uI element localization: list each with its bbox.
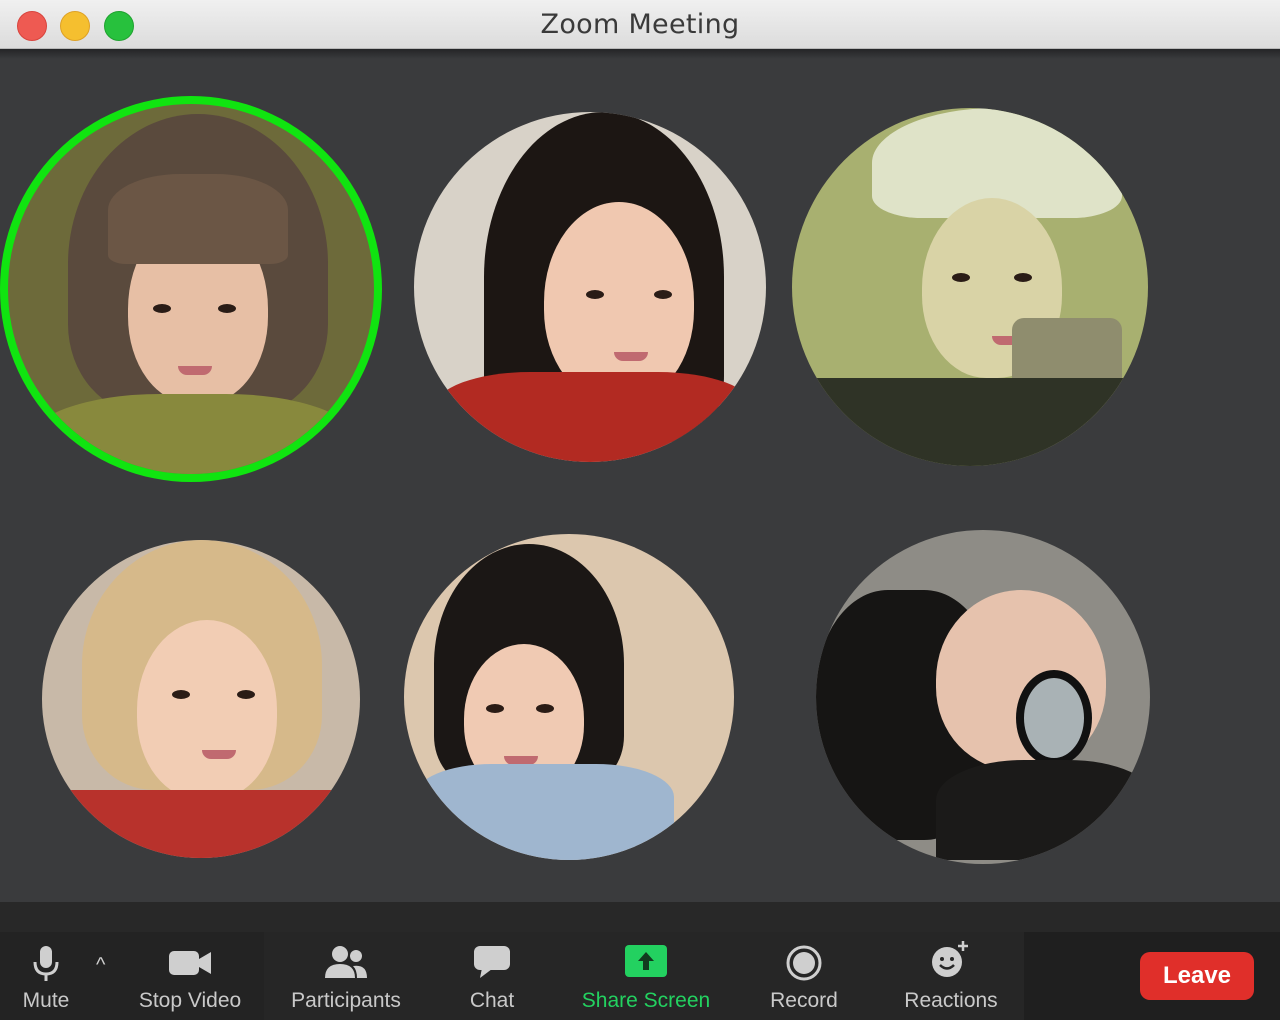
participant-video-tile[interactable] xyxy=(414,112,766,462)
jacket-shape xyxy=(434,372,754,462)
hair-lower-shape xyxy=(936,760,1150,860)
shirt-shape xyxy=(42,790,360,858)
eye-left xyxy=(586,290,604,299)
record-icon xyxy=(785,944,823,987)
bangs-shape xyxy=(108,174,288,264)
stop-video-label: Stop Video xyxy=(138,989,242,1012)
eye-right xyxy=(218,304,236,313)
title-bar-shadow xyxy=(0,49,1280,59)
eye-right xyxy=(1014,273,1032,282)
eye-right xyxy=(536,704,554,713)
shirt-shape xyxy=(28,394,358,474)
eye-right xyxy=(237,690,255,699)
share-screen-label: Share Screen xyxy=(581,989,711,1012)
face-shape xyxy=(137,620,277,800)
eye-left xyxy=(486,704,504,713)
chat-bubble-icon xyxy=(472,944,512,985)
eye-left xyxy=(952,273,970,282)
leave-meeting-button[interactable]: Leave xyxy=(1140,952,1254,1000)
participant-video-tile[interactable] xyxy=(42,540,360,858)
eye-right xyxy=(654,290,672,299)
eye-left xyxy=(172,690,190,699)
audio-options-caret[interactable]: ^ xyxy=(96,954,105,977)
share-screen-icon xyxy=(624,944,668,983)
chat-label: Chat xyxy=(469,989,515,1012)
share-screen-button[interactable]: Share Screen xyxy=(574,932,718,1020)
reactions-smiley-icon xyxy=(929,938,973,985)
stop-video-button[interactable]: Stop Video xyxy=(120,932,260,1020)
mouth xyxy=(178,366,212,375)
reactions-label: Reactions xyxy=(904,989,998,1012)
participants-button[interactable]: Participants xyxy=(276,932,416,1020)
window-title: Zoom Meeting xyxy=(540,9,740,40)
participant-video-tile[interactable] xyxy=(816,530,1150,864)
sweater-shape xyxy=(414,764,674,860)
reactions-button[interactable]: Reactions xyxy=(892,932,1010,1020)
eye-left xyxy=(153,304,171,313)
video-camera-icon xyxy=(167,948,213,983)
chat-button[interactable]: Chat xyxy=(446,932,538,1020)
meeting-toolbar: Mute ^ Stop Video Participants Chat Shar… xyxy=(0,902,1280,1020)
mute-button[interactable]: Mute xyxy=(0,932,92,1020)
sunglasses-shape xyxy=(1016,670,1092,766)
title-bar: Zoom Meeting xyxy=(0,0,1280,49)
mute-label: Mute xyxy=(22,989,70,1012)
record-button[interactable]: Record xyxy=(758,932,850,1020)
zoom-window: Zoom Meeting Mute ^ Stop Video Participa… xyxy=(0,0,1280,1020)
participant-video-tile[interactable] xyxy=(8,104,374,474)
participant-video-tile[interactable] xyxy=(792,108,1148,466)
record-label: Record xyxy=(770,989,838,1012)
shirt-shape xyxy=(792,378,1148,466)
participant-video-tile[interactable] xyxy=(404,534,734,860)
microphone-icon xyxy=(31,944,61,989)
mouth xyxy=(202,750,236,759)
participants-icon xyxy=(323,944,369,985)
mouth xyxy=(614,352,648,361)
participants-label: Participants xyxy=(291,989,401,1012)
